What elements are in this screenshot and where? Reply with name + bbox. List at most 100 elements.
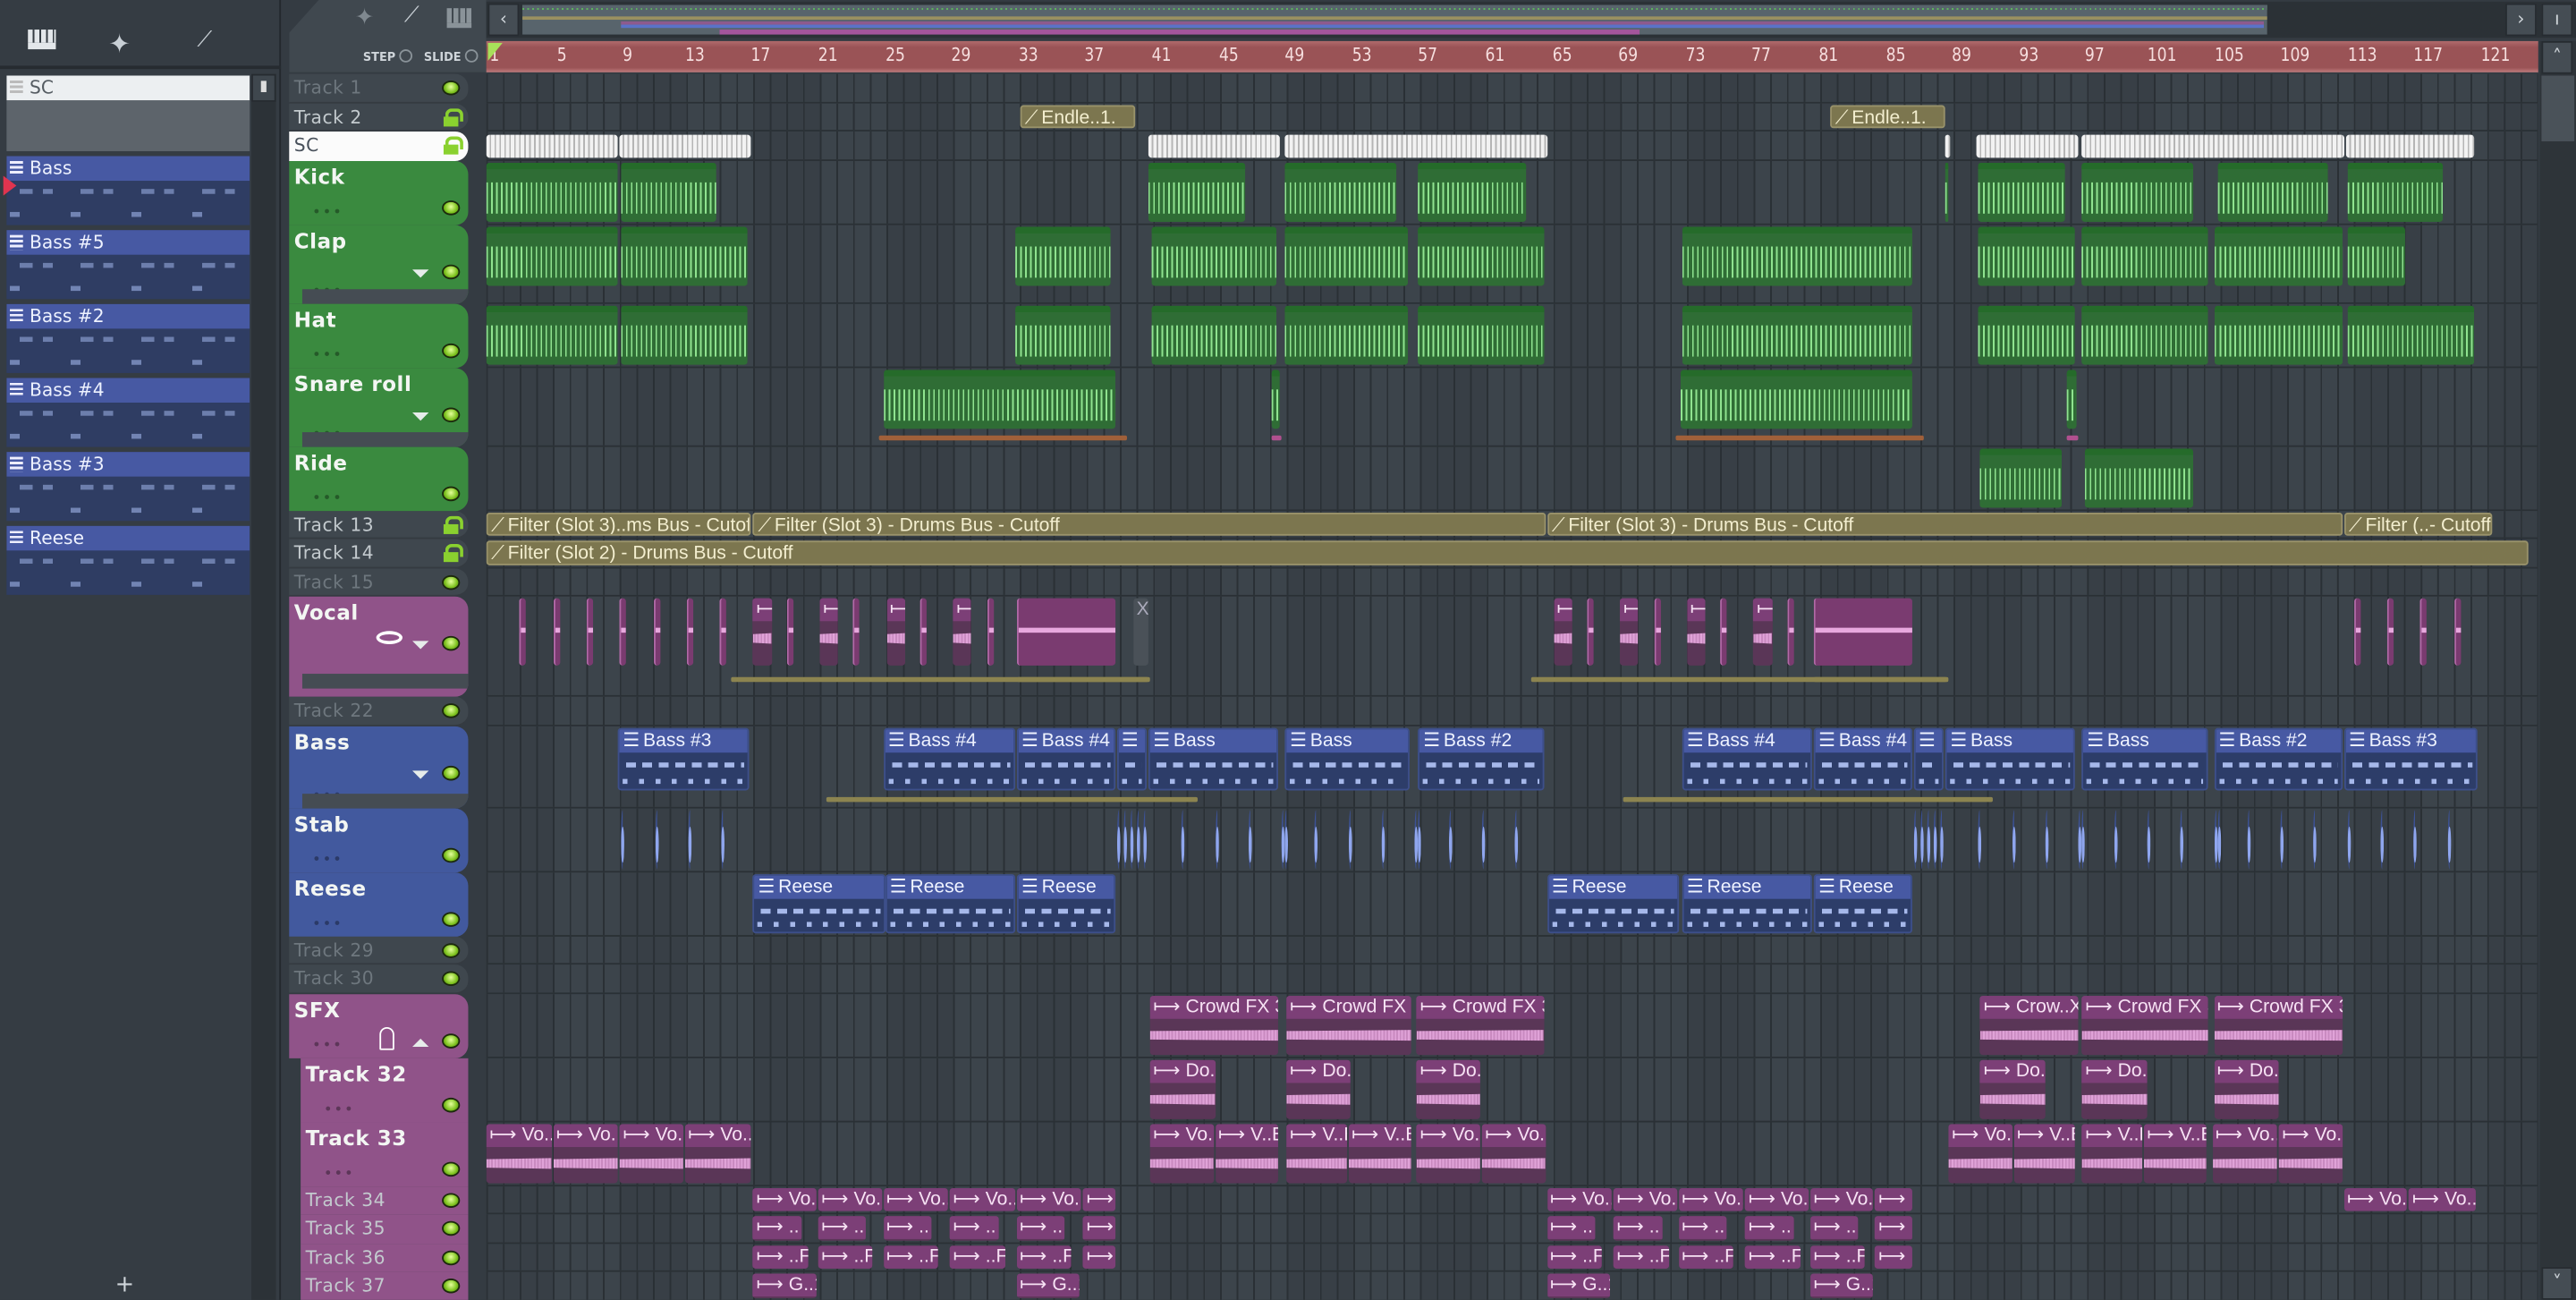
track-enable-led[interactable] (442, 846, 461, 862)
track-options-icon[interactable]: ••• (312, 1038, 343, 1054)
drum-clip[interactable] (1682, 304, 1912, 364)
drum-clip[interactable] (1284, 304, 1409, 364)
audio-clip[interactable]: ⟼ Vo..2 (1678, 1187, 1744, 1211)
drum-clip[interactable] (2214, 304, 2343, 364)
audio-clip[interactable]: ⟼ V..E (1215, 1123, 1279, 1183)
track-enable-led[interactable] (442, 200, 461, 215)
audio-clip[interactable]: ⟼ V..E (1286, 1123, 1347, 1183)
sublane-clip[interactable] (826, 795, 1199, 802)
track-enable-led[interactable] (442, 1032, 461, 1048)
track-enable-led[interactable] (442, 703, 461, 718)
auto-clip[interactable]: ⟋ Filter (Slot 2) - Drums Bus - Cutoff (486, 540, 2529, 565)
sc-clip[interactable] (1148, 134, 1281, 157)
track-enable-led[interactable] (442, 971, 461, 987)
audio-clip[interactable]: ⟼ Crowd FX 3 (1149, 995, 1279, 1055)
pattern-clip[interactable]: ☰ Bass #4 (1682, 726, 1812, 790)
audio-clip[interactable]: ⟼ Vo..2 (1546, 1187, 1613, 1211)
drum-clip[interactable] (1418, 161, 1527, 222)
stab-clip[interactable] (1927, 809, 1931, 869)
audio-clip[interactable]: ⟼ (1875, 1187, 1912, 1211)
sc-clip[interactable] (486, 134, 618, 157)
audio-clip[interactable]: ⟼ Do.. (2214, 1058, 2279, 1118)
drum-clip[interactable] (1980, 447, 2063, 507)
audio-clip[interactable]: ⟼ Vo..E (1481, 1123, 1546, 1183)
sublane-clip[interactable] (1813, 676, 1947, 683)
slice-clip[interactable] (1653, 598, 1661, 666)
drum-clip[interactable] (2347, 161, 2443, 222)
track-enable-led[interactable] (442, 1278, 461, 1294)
stab-clip[interactable] (1116, 809, 1121, 869)
audio-clip[interactable]: ⟼ Vo..2 (752, 1187, 817, 1211)
stab-clip[interactable] (2114, 809, 2117, 869)
audio-clip[interactable]: ⟼ ..F (1613, 1245, 1669, 1269)
audio-clip[interactable]: ⟼ V..E (2081, 1123, 2142, 1183)
track-header[interactable]: Track 33 ••• (301, 1121, 469, 1186)
stab-clip[interactable] (1215, 809, 1219, 869)
track-enable-led[interactable] (442, 911, 461, 926)
stab-clip[interactable] (1123, 809, 1127, 869)
audio-clip[interactable]: ⟼ .. (1809, 1216, 1859, 1240)
sc-clip[interactable] (2081, 134, 2344, 157)
overview-scroller[interactable]: ‹ › ı (486, 1, 2576, 38)
pattern-clip[interactable]: ☰ (1913, 726, 1945, 790)
drum-clip[interactable] (1418, 225, 1544, 285)
slice-clip[interactable] (919, 598, 927, 666)
track-header[interactable]: Hat ••• (289, 302, 469, 368)
track-options-icon[interactable]: ••• (324, 1166, 355, 1182)
track-lane[interactable]: ⟼ G..1 ⟼ G..1 ⟼ G..1 ⟼ G..1 (486, 1271, 2538, 1300)
timeline-ruler[interactable]: 1 5 9 13 17 21 25 29 33 37 41 45 49 53 57 61 65 69 73 77 81 8… (486, 40, 2538, 72)
auto-clip[interactable]: ⟋ Endle..1. (1830, 104, 1945, 129)
auto-clip[interactable]: ⟋ Filter (..- Cutoff (2343, 512, 2493, 536)
drum-clip[interactable] (1418, 304, 1544, 364)
pattern-clip[interactable]: ☰ Bass #3 (2343, 726, 2478, 790)
sc-clip[interactable] (1284, 134, 1547, 157)
audio-clip[interactable]: ⟼ .. (1016, 1216, 1065, 1240)
drum-clip[interactable] (1682, 225, 1912, 285)
auto-clip[interactable]: ⟋ Filter (Slot 3) - Drums Bus - Cutoff (752, 512, 1546, 536)
overview-menu-button[interactable]: ı (2541, 3, 2573, 37)
track-header[interactable]: SFX ••• (289, 993, 469, 1058)
track-header[interactable]: Track 35 (301, 1214, 469, 1244)
audio-clip[interactable]: ⟼ G..1 (752, 1273, 817, 1298)
track-enable-led[interactable] (442, 764, 461, 780)
audio-clip[interactable]: ⟼ .. (1546, 1216, 1596, 1240)
scroll-down-button[interactable]: ˅ (2541, 1267, 2573, 1300)
track-lane[interactable]: ⟼ Vo..2⟼ Vo..2⟼ Vo..2⟼ Vo..2⟼ Vo..2⟼⟼ Vo… (486, 1185, 2538, 1215)
track-enable-led[interactable] (442, 342, 461, 358)
track-options-icon[interactable]: ••• (312, 490, 343, 506)
slice-clip[interactable] (2353, 598, 2361, 666)
stab-clip[interactable] (2180, 809, 2184, 869)
audio-clip[interactable]: ⟼ Vo..E (684, 1123, 752, 1183)
track-enable-led[interactable] (442, 1249, 461, 1265)
track-lane[interactable]: ☰ Reese ☰ Reese ☰ Reese ☰ Reese ☰ Reese ☰ Reese (486, 871, 2538, 937)
track-header[interactable]: Reese ••• (289, 871, 469, 937)
track-header[interactable]: Track 1 (289, 73, 469, 103)
slice-clip[interactable] (1016, 598, 1115, 666)
stab-clip[interactable] (1979, 809, 1982, 869)
audio-clip[interactable]: ⟼ Crow..X 3 (1980, 995, 2080, 1055)
track-lane[interactable] (486, 224, 2538, 303)
track-enable-led[interactable] (442, 1192, 461, 1208)
stab-clip[interactable] (2247, 809, 2251, 869)
step-toggle[interactable] (399, 49, 413, 63)
auto-clip[interactable]: ⟋ Filter (Slot 3) - Drums Bus - Cutoff (1546, 512, 2343, 536)
track-options-icon[interactable]: ••• (312, 916, 343, 932)
stab-clip[interactable] (1933, 809, 1937, 869)
slice-clip[interactable] (1786, 598, 1794, 666)
stab-clip[interactable] (1130, 809, 1133, 869)
audio-clip[interactable]: ⟼ (1753, 598, 1773, 666)
stab-clip[interactable] (2045, 809, 2049, 869)
track-header[interactable]: Bass••• (289, 725, 469, 808)
pattern-item[interactable]: Bass #3 (6, 452, 250, 522)
track-lane[interactable] (486, 964, 2538, 994)
sublane-clip[interactable] (877, 434, 1127, 440)
track-header[interactable]: SC (289, 131, 469, 161)
track-enable-led[interactable] (442, 406, 461, 422)
track-lane[interactable]: ⟼ Do..e ⟼ Do..e ⟼ Do.. ⟼ Do.. ⟼ Do.. ⟼ Do.. (486, 1057, 2538, 1122)
track-lane[interactable] (486, 936, 2538, 965)
stab-clip[interactable] (1514, 809, 1519, 869)
scroll-handle[interactable]: ▮ (251, 73, 276, 102)
track-header[interactable]: Clap••• (289, 224, 469, 303)
audio-clip[interactable]: ⟼ Do.. (1416, 1058, 1480, 1118)
scroll-right-button[interactable]: › (2505, 3, 2537, 37)
